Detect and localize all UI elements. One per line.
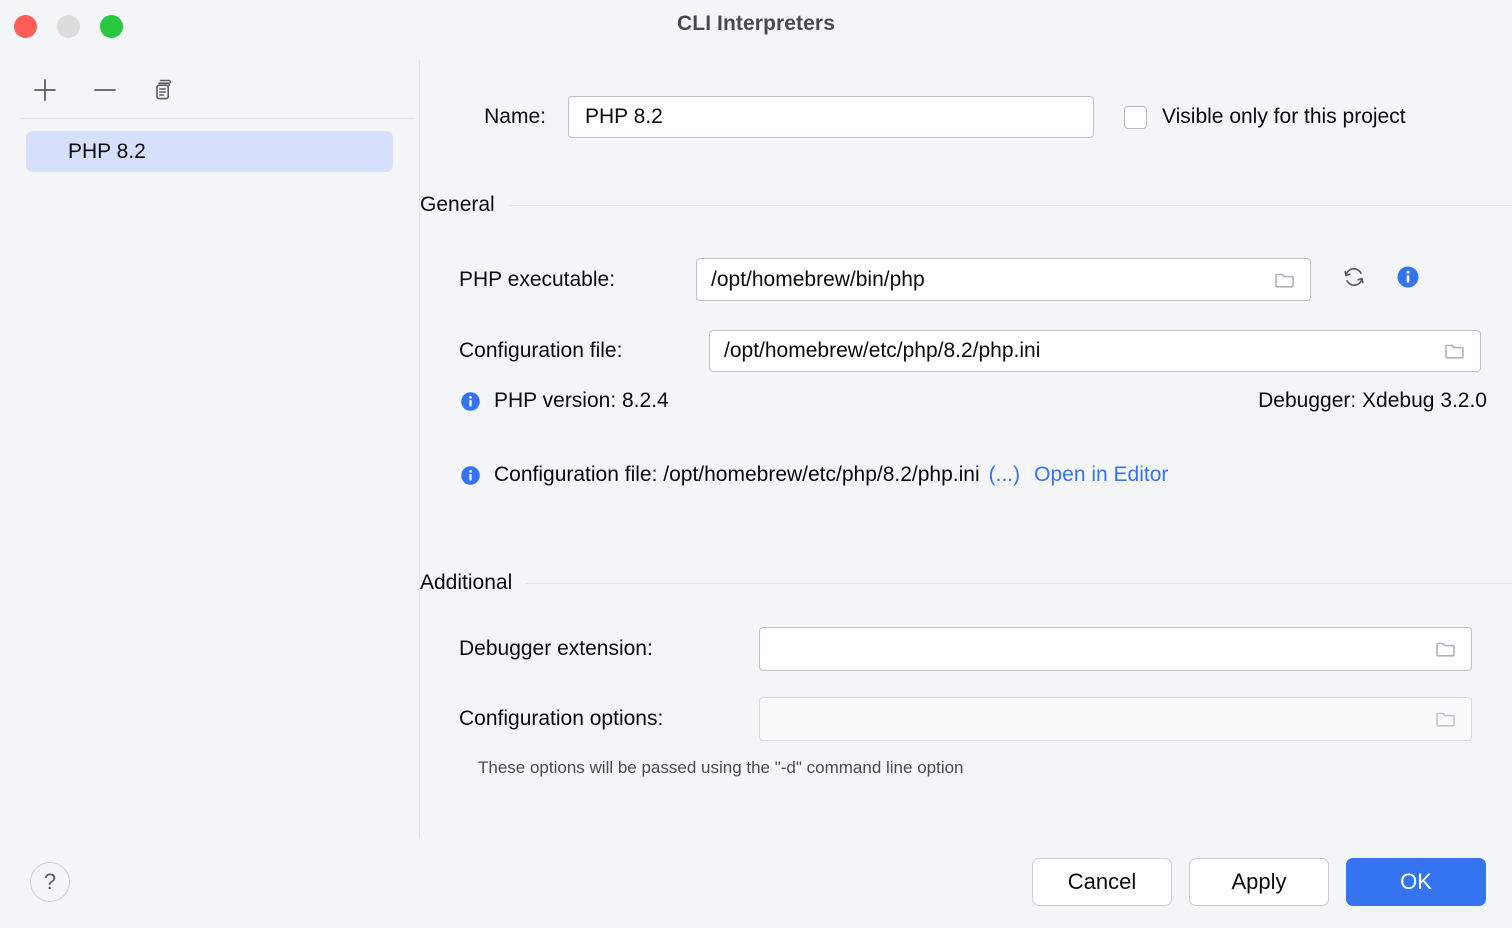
php-executable-label: PHP executable:: [459, 268, 689, 292]
additional-group-header: Additional: [420, 571, 1512, 595]
folder-icon[interactable]: [1433, 636, 1459, 662]
configuration-options-row: Configuration options:: [420, 697, 1512, 741]
debugger-extension-label: Debugger extension:: [459, 637, 759, 661]
plus-icon: [32, 77, 58, 103]
configuration-file-label: Configuration file:: [459, 339, 709, 363]
name-input[interactable]: PHP 8.2: [568, 96, 1094, 138]
debugger-extension-row: Debugger extension:: [420, 627, 1512, 671]
configuration-options-input[interactable]: [759, 697, 1472, 741]
configuration-file-expand-link[interactable]: (...): [989, 463, 1021, 487]
php-executable-actions: [1339, 262, 1421, 297]
additional-divider: [526, 583, 1512, 584]
configuration-file-info-line: Configuration file: /opt/homebrew/etc/ph…: [420, 463, 1512, 487]
php-version-line: PHP version: 8.2.4 Debugger: Xdebug 3.2.…: [420, 389, 1512, 413]
php-executable-input[interactable]: /opt/homebrew/bin/php: [696, 258, 1311, 301]
dialog-footer: ? Cancel Apply OK: [0, 838, 1512, 928]
refresh-icon[interactable]: [1339, 262, 1369, 297]
cli-interpreters-dialog: CLI Interpreters: [0, 0, 1512, 928]
titlebar: CLI Interpreters: [0, 0, 1512, 52]
php-executable-row: PHP executable: /opt/homebrew/bin/php: [420, 258, 1512, 301]
dialog-actions: Cancel Apply OK: [1032, 858, 1486, 906]
configuration-options-label: Configuration options:: [459, 707, 759, 731]
general-divider: [509, 205, 1512, 206]
name-label: Name:: [420, 105, 546, 129]
configuration-file-value: /opt/homebrew/etc/php/8.2/php.ini: [724, 339, 1040, 363]
configuration-file-input[interactable]: /opt/homebrew/etc/php/8.2/php.ini: [709, 330, 1481, 372]
interpreters-list: PHP 8.2: [0, 131, 419, 172]
interpreter-detail-panel: Name: PHP 8.2 Visible only for this proj…: [420, 52, 1512, 838]
general-title: General: [420, 193, 495, 217]
copy-icon: [152, 77, 178, 103]
help-button[interactable]: ?: [30, 862, 70, 902]
folder-icon[interactable]: [1442, 338, 1468, 364]
folder-icon-glyph: [1273, 268, 1297, 292]
interpreters-sidebar: PHP 8.2: [0, 52, 419, 838]
visible-only-label: Visible only for this project: [1162, 105, 1406, 129]
visible-only-checkbox[interactable]: [1124, 106, 1147, 129]
list-item-php-82[interactable]: PHP 8.2: [26, 131, 393, 172]
list-item-label: PHP 8.2: [68, 140, 146, 164]
additional-title: Additional: [420, 571, 512, 595]
php-version-text: PHP version: 8.2.4: [494, 389, 669, 413]
open-in-editor-link[interactable]: Open in Editor: [1034, 463, 1168, 487]
configuration-file-row: Configuration file: /opt/homebrew/etc/ph…: [420, 330, 1512, 372]
php-executable-value: /opt/homebrew/bin/php: [711, 268, 925, 292]
configuration-file-info-text: Configuration file: /opt/homebrew/etc/ph…: [494, 463, 980, 487]
apply-button[interactable]: Apply: [1189, 858, 1329, 906]
copy-interpreter-button[interactable]: [150, 75, 180, 105]
name-row: Name: PHP 8.2 Visible only for this proj…: [420, 96, 1512, 138]
folder-icon[interactable]: [1433, 706, 1459, 732]
folder-icon-glyph: [1443, 339, 1467, 363]
info-icon: [459, 390, 482, 413]
folder-icon[interactable]: [1272, 267, 1298, 293]
configuration-options-hint: These options will be passed using the "…: [478, 758, 964, 778]
sidebar-toolbar: [30, 75, 180, 105]
folder-icon-glyph: [1434, 707, 1458, 731]
minus-icon: [92, 77, 118, 103]
cancel-button[interactable]: Cancel: [1032, 858, 1172, 906]
folder-icon-glyph: [1434, 637, 1458, 661]
info-icon: [459, 464, 482, 487]
ok-button[interactable]: OK: [1346, 858, 1486, 906]
general-group-header: General: [420, 193, 1512, 217]
debugger-extension-input[interactable]: [759, 627, 1472, 671]
refresh-icon-glyph: [1339, 262, 1369, 292]
visible-only-checkbox-row[interactable]: Visible only for this project: [1124, 105, 1406, 129]
remove-interpreter-button[interactable]: [90, 75, 120, 105]
debugger-version-text: Debugger: Xdebug 3.2.0: [1258, 389, 1512, 413]
dialog-title: CLI Interpreters: [0, 12, 1512, 36]
add-interpreter-button[interactable]: [30, 75, 60, 105]
info-icon[interactable]: [1395, 264, 1421, 295]
info-icon-glyph: [1395, 264, 1421, 290]
sidebar-separator: [20, 118, 415, 119]
